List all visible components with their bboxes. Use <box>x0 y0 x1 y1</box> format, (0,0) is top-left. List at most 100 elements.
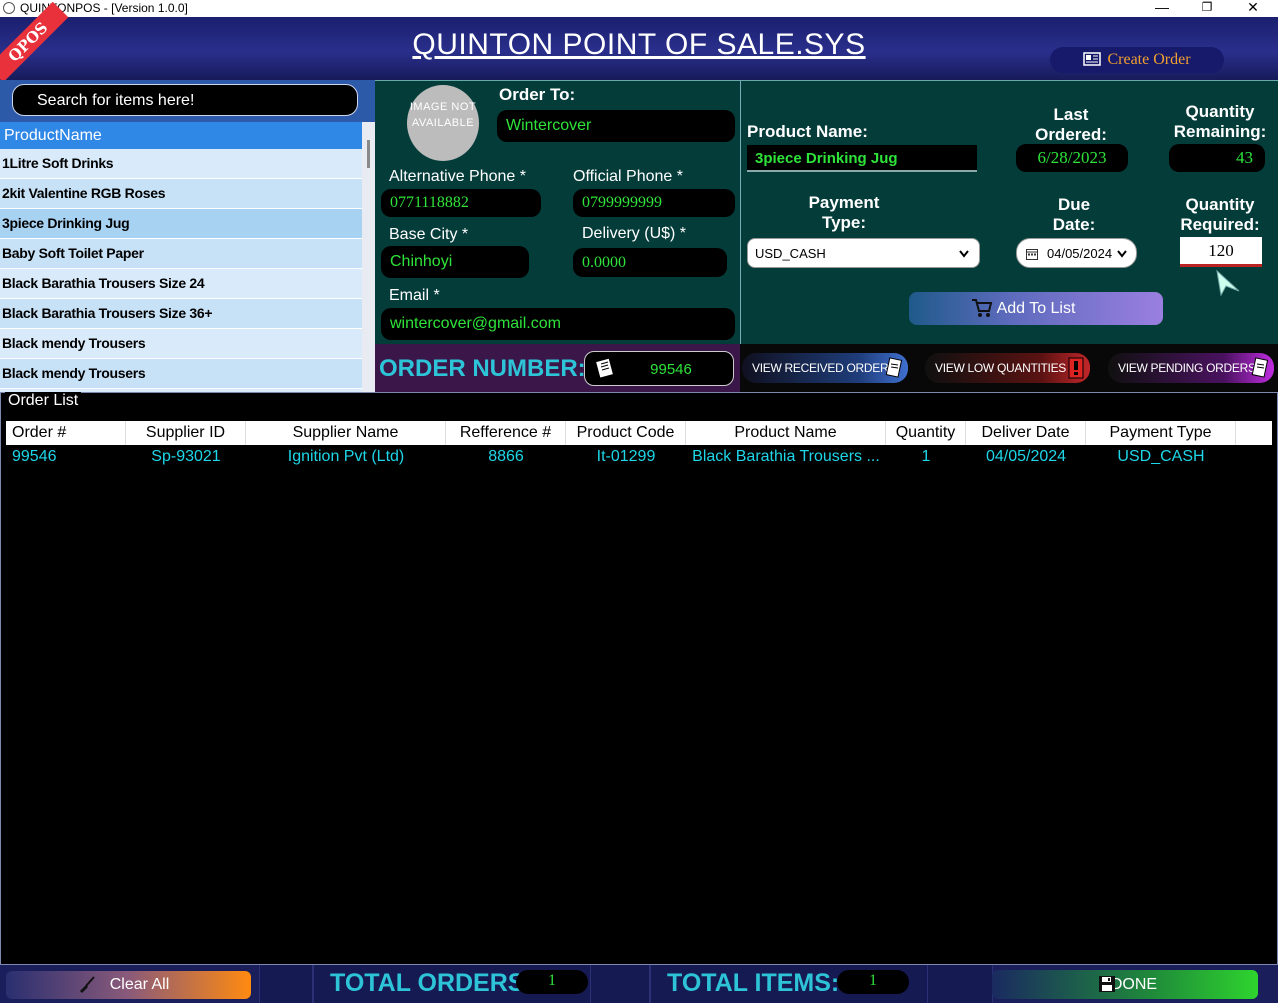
order-number-field: 99546 <box>584 351 734 386</box>
warning-box-icon <box>1068 357 1084 379</box>
calendar-icon <box>1026 249 1038 260</box>
list-item[interactable]: Black Barathia Trousers Size 36+ <box>0 299 362 329</box>
column-header-deliver-date[interactable]: Deliver Date <box>966 421 1086 445</box>
view-pending-orders-button[interactable]: VIEW PENDING ORDERS <box>1108 353 1274 383</box>
qty-remaining-label: Quantity Remaining: <box>1173 102 1267 141</box>
supplier-panel: IMAGE NOT AVAILABLE Order To: Wintercove… <box>375 80 740 345</box>
receipt-icon <box>885 357 903 378</box>
list-item[interactable]: 2kit Valentine RGB Roses <box>0 179 362 209</box>
table-cell: 8866 <box>488 448 524 465</box>
order-to-field[interactable]: Wintercover <box>497 110 735 142</box>
qty-required-label: Quantity Required: <box>1180 195 1260 234</box>
alt-phone-field[interactable]: 0771118882 <box>381 189 541 217</box>
last-ordered-field: 6/28/2023 <box>1016 144 1128 172</box>
due-date-label: Due Date: <box>1052 195 1096 234</box>
last-ordered-label: Last Ordered: <box>1035 105 1107 144</box>
list-item[interactable]: Black mendy Trousers <box>0 359 362 389</box>
receipt-icon <box>596 358 613 378</box>
email-field[interactable]: wintercover@gmail.com <box>381 308 735 340</box>
create-order-label: Create Order <box>1107 51 1191 68</box>
list-item[interactable]: 1Litre Soft Drinks <box>0 149 362 179</box>
table-cell: Sp-93021 <box>151 448 221 465</box>
delivery-label: Delivery (U$) * <box>582 225 687 242</box>
base-city-field[interactable]: Chinhoyi <box>381 246 529 278</box>
chevron-down-icon <box>959 250 969 258</box>
total-orders-label: TOTAL ORDERS: <box>330 969 533 997</box>
list-item[interactable]: Black Barathia Trousers Size 24 <box>0 269 362 299</box>
minimize-button[interactable]: — <box>1152 0 1172 15</box>
product-details-panel: Product Name: 3piece Drinking Jug Last O… <box>740 80 1278 345</box>
clear-all-button[interactable]: Clear All <box>6 971 251 999</box>
create-order-button[interactable]: Create Order <box>1050 47 1224 73</box>
order-grid: Order # Supplier ID Supplier Name Reffer… <box>6 421 1272 958</box>
due-date-value: 04/05/2024 <box>1047 246 1113 261</box>
maximize-button[interactable]: ❐ <box>1197 0 1217 14</box>
payment-type-label: Payment Type: <box>808 193 880 232</box>
total-items-label: TOTAL ITEMS: <box>667 969 840 997</box>
footer-bar: Clear All TOTAL ORDERS: 1 TOTAL ITEMS: 1… <box>0 965 1278 1003</box>
column-header-product-code[interactable]: Product Code <box>566 421 686 445</box>
broom-icon <box>80 976 95 993</box>
table-cell: 99546 <box>12 448 57 465</box>
product-list-header[interactable]: ProductName <box>0 122 362 149</box>
close-button[interactable]: ✕ <box>1243 0 1263 16</box>
order-number-label: ORDER NUMBER: <box>379 355 586 382</box>
list-item[interactable]: Black mendy Trousers <box>0 329 362 359</box>
table-cell: USD_CASH <box>1117 448 1205 465</box>
column-header-supplier-id[interactable]: Supplier ID <box>126 421 246 445</box>
table-row[interactable]: 99546 Sp-93021 Ignition Pvt (Ltd) 8866 I… <box>6 445 1272 469</box>
column-header-filler <box>1236 421 1272 445</box>
window-title-bar: QUINTONPOS - [Version 1.0.0] — ❐ ✕ <box>0 0 1278 17</box>
supplier-image-placeholder: IMAGE NOT AVAILABLE <box>407 85 479 161</box>
add-to-list-label: Add To List <box>996 300 1076 317</box>
table-cell: Black Barathia Trousers ... <box>692 448 880 465</box>
payment-type-select[interactable]: USD_CASH <box>747 238 980 268</box>
delivery-field[interactable]: 0.0000 <box>573 248 727 277</box>
email-label: Email * <box>389 287 440 304</box>
search-input[interactable]: Search for items here! <box>12 84 358 116</box>
official-phone-field[interactable]: 0799999999 <box>573 189 735 217</box>
column-header-payment-type[interactable]: Payment Type <box>1086 421 1236 445</box>
view-received-orders-button[interactable]: VIEW RECEIVED ORDERS <box>742 353 908 383</box>
cursor-pointer-icon <box>1216 269 1240 297</box>
column-header-quantity[interactable]: Quantity <box>886 421 966 445</box>
product-panel: Search for items here! ProductName 1Litr… <box>0 80 375 392</box>
footer-divider <box>259 965 313 1003</box>
app-icon <box>3 2 15 14</box>
order-list-legend: Order List <box>5 392 82 410</box>
column-header-order-number[interactable]: Order # <box>6 421 126 445</box>
total-items-value: 1 <box>837 970 909 994</box>
product-list: ProductName 1Litre Soft Drinks 2kit Vale… <box>0 122 362 392</box>
view-pending-orders-label: VIEW PENDING ORDERS <box>1118 361 1256 375</box>
table-cell: 1 <box>921 448 931 465</box>
cart-icon <box>972 299 993 317</box>
due-date-picker[interactable]: 04/05/2024 <box>1016 238 1137 268</box>
order-grid-header: Order # Supplier ID Supplier Name Reffer… <box>6 421 1272 445</box>
column-header-supplier-name[interactable]: Supplier Name <box>246 421 446 445</box>
total-orders-panel: TOTAL ORDERS: 1 <box>313 965 592 1003</box>
list-item[interactable]: Baby Soft Toilet Paper <box>0 239 362 269</box>
total-orders-value: 1 <box>516 970 588 994</box>
table-cell: Ignition Pvt (Ltd) <box>287 448 405 465</box>
footer-divider <box>927 965 993 1003</box>
official-phone-label: Official Phone * <box>573 168 683 185</box>
view-received-orders-label: VIEW RECEIVED ORDERS <box>752 361 897 375</box>
qty-required-input[interactable]: 120 <box>1180 237 1262 267</box>
total-items-panel: TOTAL ITEMS: 1 <box>650 965 929 1003</box>
done-button[interactable]: DONE <box>992 970 1258 999</box>
create-order-icon <box>1083 52 1102 66</box>
column-header-product-name[interactable]: Product Name <box>686 421 886 445</box>
product-name-field[interactable]: 3piece Drinking Jug <box>747 145 977 172</box>
alt-phone-label: Alternative Phone * <box>389 168 526 185</box>
order-number-value: 99546 <box>650 361 692 378</box>
product-list-scrollbar[interactable] <box>362 122 375 392</box>
table-cell: 04/05/2024 <box>985 448 1067 465</box>
save-icon <box>1099 976 1115 992</box>
scrollbar-thumb[interactable] <box>367 140 370 168</box>
add-to-list-button[interactable]: Add To List <box>909 292 1163 325</box>
list-item-selected[interactable]: 3piece Drinking Jug <box>0 209 362 239</box>
table-cell: It-01299 <box>596 448 656 465</box>
app-header: QPOS QUINTON POINT OF SALE.SYS Create Or… <box>0 1 1278 83</box>
view-low-quantities-button[interactable]: VIEW LOW QUANTITIES <box>925 353 1090 383</box>
column-header-reference[interactable]: Refference # <box>446 421 566 445</box>
